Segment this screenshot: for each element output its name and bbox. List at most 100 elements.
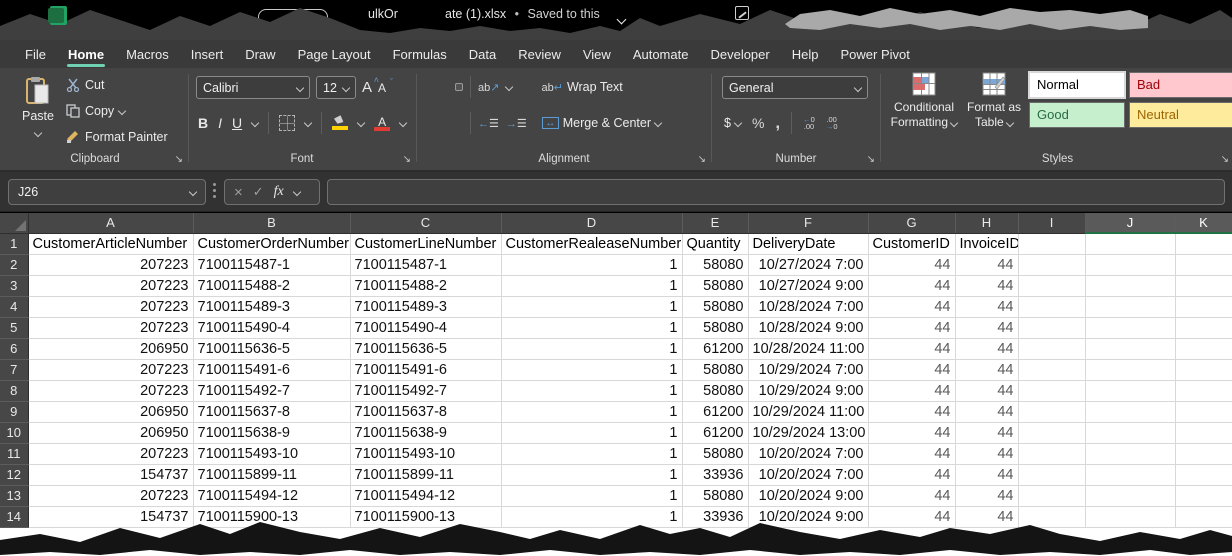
cell-J10[interactable]	[1085, 422, 1175, 443]
cell-I14[interactable]	[1018, 506, 1085, 527]
bottom-align-button[interactable]	[455, 83, 463, 91]
tab-help[interactable]: Help	[781, 42, 830, 67]
tab-automate[interactable]: Automate	[622, 42, 700, 67]
cell-C2[interactable]: 7100115487-1	[350, 254, 501, 275]
cell-A9[interactable]: 206950	[28, 401, 193, 422]
cell-B2[interactable]: 7100115487-1	[193, 254, 350, 275]
autosave-toggle-fragment[interactable]	[258, 9, 328, 25]
cell-G13[interactable]: 44	[868, 485, 955, 506]
decrease-font-size-button[interactable]: Aˇ	[378, 81, 386, 95]
cell-H9[interactable]: 44	[955, 401, 1018, 422]
cell-B5[interactable]: 7100115490-4	[193, 317, 350, 338]
tab-review[interactable]: Review	[507, 42, 572, 67]
cell-J11[interactable]	[1085, 443, 1175, 464]
fx-chevron-icon[interactable]	[293, 188, 301, 196]
cell-C14[interactable]: 7100115900-13	[350, 506, 501, 527]
cell-K8[interactable]	[1175, 380, 1232, 401]
cell-D9[interactable]: 1	[501, 401, 682, 422]
cell-A5[interactable]: 207223	[28, 317, 193, 338]
cell-J12[interactable]	[1085, 464, 1175, 485]
cell-F9[interactable]: 10/29/2024 11:00	[748, 401, 868, 422]
cell-D5[interactable]: 1	[501, 317, 682, 338]
fill-color-button[interactable]	[332, 115, 348, 131]
cell-B12[interactable]: 7100115899-11	[193, 464, 350, 485]
cell-F6[interactable]: 10/28/2024 11:00	[748, 338, 868, 359]
comma-style-button[interactable]: ,	[775, 113, 780, 133]
style-normal[interactable]: Normal	[1029, 72, 1125, 98]
cell-C1[interactable]: CustomerLineNumber	[350, 233, 501, 254]
tab-power-pivot[interactable]: Power Pivot	[829, 42, 920, 67]
cell-E14[interactable]: 33936	[682, 506, 748, 527]
cell-H12[interactable]: 44	[955, 464, 1018, 485]
cell-E9[interactable]: 61200	[682, 401, 748, 422]
merge-center-button[interactable]: ↔ Merge & Center	[542, 116, 661, 130]
conditional-formatting-chevron-icon[interactable]	[950, 119, 958, 127]
font-color-button[interactable]: A	[374, 115, 390, 131]
title-dropdown-chevron-icon[interactable]	[618, 11, 625, 29]
increase-decimal-button[interactable]: ←0.00	[803, 116, 815, 130]
column-header-e[interactable]: E	[682, 213, 748, 233]
cell-G1[interactable]: CustomerID	[868, 233, 955, 254]
cell-F14[interactable]: 10/20/2024 9:00	[748, 506, 868, 527]
cancel-entry-button[interactable]: ×	[234, 184, 243, 201]
cell-C13[interactable]: 7100115494-12	[350, 485, 501, 506]
cell-A11[interactable]: 207223	[28, 443, 193, 464]
cell-H13[interactable]: 44	[955, 485, 1018, 506]
cell-A4[interactable]: 207223	[28, 296, 193, 317]
top-align-button[interactable]	[425, 83, 433, 91]
cell-E2[interactable]: 58080	[682, 254, 748, 275]
name-box-chevron-icon[interactable]	[189, 188, 197, 196]
tab-view[interactable]: View	[572, 42, 622, 67]
decrease-indent-button[interactable]: ←☰	[478, 117, 499, 130]
conditional-formatting-button[interactable]: Conditional Formatting	[887, 72, 961, 130]
cell-E8[interactable]: 58080	[682, 380, 748, 401]
row-header-6[interactable]: 6	[0, 338, 28, 359]
cell-K11[interactable]	[1175, 443, 1232, 464]
cell-I3[interactable]	[1018, 275, 1085, 296]
cell-F11[interactable]: 10/20/2024 7:00	[748, 443, 868, 464]
cell-E4[interactable]: 58080	[682, 296, 748, 317]
cell-E10[interactable]: 61200	[682, 422, 748, 443]
number-dialog-launcher-icon[interactable]: ↘	[867, 155, 875, 165]
copy-dropdown-chevron-icon[interactable]	[118, 107, 126, 115]
cell-B8[interactable]: 7100115492-7	[193, 380, 350, 401]
cell-J6[interactable]	[1085, 338, 1175, 359]
row-header-5[interactable]: 5	[0, 317, 28, 338]
row-header-12[interactable]: 12	[0, 464, 28, 485]
format-painter-button[interactable]: Format Painter	[66, 130, 168, 144]
number-format-select[interactable]: General	[722, 76, 868, 99]
cell-K7[interactable]	[1175, 359, 1232, 380]
copy-button[interactable]: Copy	[66, 104, 125, 118]
font-color-dropdown-chevron-icon[interactable]	[399, 119, 407, 127]
fill-color-dropdown-chevron-icon[interactable]	[357, 119, 365, 127]
cell-E5[interactable]: 58080	[682, 317, 748, 338]
cell-K9[interactable]	[1175, 401, 1232, 422]
column-header-h[interactable]: H	[955, 213, 1018, 233]
cell-A7[interactable]: 207223	[28, 359, 193, 380]
cell-H7[interactable]: 44	[955, 359, 1018, 380]
column-header-a[interactable]: A	[28, 213, 193, 233]
cell-I13[interactable]	[1018, 485, 1085, 506]
borders-dropdown-chevron-icon[interactable]	[304, 119, 312, 127]
format-as-table-chevron-icon[interactable]	[1006, 119, 1014, 127]
cell-I1[interactable]	[1018, 233, 1085, 254]
cell-G6[interactable]: 44	[868, 338, 955, 359]
percent-style-button[interactable]: %	[752, 115, 764, 131]
column-header-f[interactable]: F	[748, 213, 868, 233]
tab-data[interactable]: Data	[458, 42, 507, 67]
cell-H4[interactable]: 44	[955, 296, 1018, 317]
font-dialog-launcher-icon[interactable]: ↘	[403, 155, 411, 165]
cell-G7[interactable]: 44	[868, 359, 955, 380]
cell-D12[interactable]: 1	[501, 464, 682, 485]
tab-developer[interactable]: Developer	[699, 42, 780, 67]
cell-K13[interactable]	[1175, 485, 1232, 506]
column-header-j[interactable]: J	[1085, 213, 1175, 233]
cell-F1[interactable]: DeliveryDate	[748, 233, 868, 254]
cell-C9[interactable]: 7100115637-8	[350, 401, 501, 422]
name-box[interactable]: J26	[8, 179, 206, 205]
cell-H3[interactable]: 44	[955, 275, 1018, 296]
cell-H2[interactable]: 44	[955, 254, 1018, 275]
cell-E3[interactable]: 58080	[682, 275, 748, 296]
cell-D14[interactable]: 1	[501, 506, 682, 527]
cell-C12[interactable]: 7100115899-11	[350, 464, 501, 485]
